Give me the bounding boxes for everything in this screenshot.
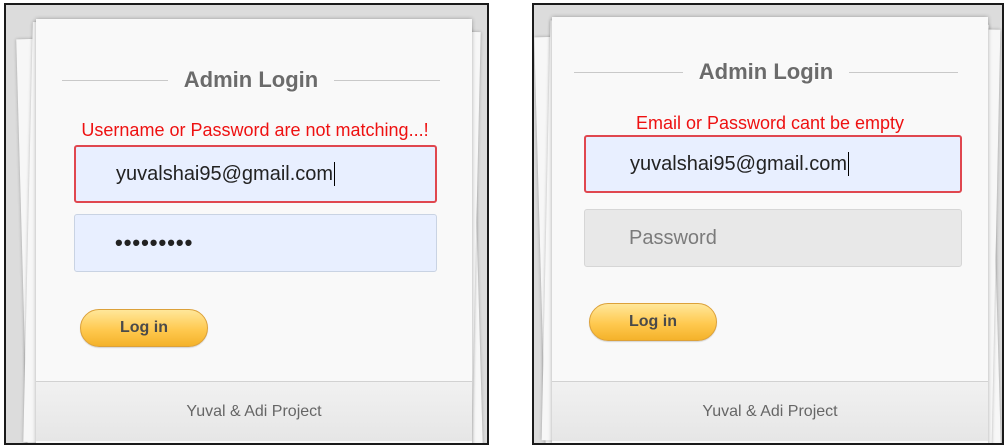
footer-text: Yuval & Adi Project: [702, 402, 838, 420]
login-button[interactable]: Log in: [589, 303, 717, 341]
text-cursor: [848, 152, 850, 176]
page-title: Admin Login: [183, 67, 319, 92]
footer-text: Yuval & Adi Project: [186, 402, 322, 420]
email-field-value: yuvalshai95@gmail.com: [630, 152, 848, 175]
footer: Yuval & Adi Project: [36, 381, 472, 441]
title-divider-left: [62, 79, 168, 81]
title-divider-right: [334, 79, 441, 81]
password-field[interactable]: Password: [584, 209, 962, 267]
login-card: Admin Login Username or Password are not…: [36, 19, 472, 443]
error-message: Email or Password cant be empty: [635, 113, 905, 133]
login-card: Admin Login Email or Password cant be em…: [552, 17, 988, 443]
login-button[interactable]: Log in: [80, 309, 208, 347]
email-field-value: yuvalshai95@gmail.com: [116, 162, 334, 185]
error-message: Username or Password are not matching...…: [81, 120, 429, 140]
text-cursor: [334, 162, 336, 186]
email-field[interactable]: yuvalshai95@gmail.com: [74, 145, 437, 203]
footer: Yuval & Adi Project: [552, 381, 988, 441]
password-field-value: •••••••••: [115, 230, 194, 255]
password-placeholder: Password: [629, 226, 717, 249]
login-panel-left: Admin Login Username or Password are not…: [4, 3, 489, 445]
password-field[interactable]: •••••••••: [74, 214, 437, 272]
title-divider-left: [574, 71, 683, 73]
email-field[interactable]: yuvalshai95@gmail.com: [584, 135, 962, 193]
login-header: Admin Login: [552, 55, 988, 89]
login-panel-right: Admin Login Email or Password cant be em…: [532, 3, 1004, 445]
login-header: Admin Login: [36, 63, 472, 97]
title-divider-right: [849, 71, 959, 73]
page-title: Admin Login: [698, 59, 834, 84]
